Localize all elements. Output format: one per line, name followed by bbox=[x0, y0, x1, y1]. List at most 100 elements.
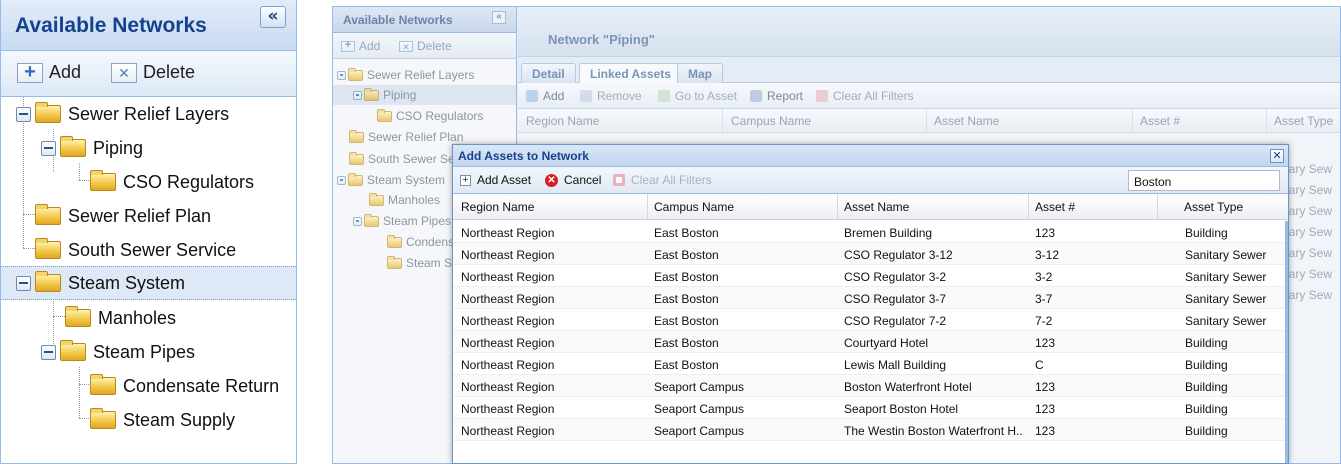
app-tree-node[interactable]: Steam S bbox=[387, 253, 452, 273]
collapse-toggle-icon[interactable] bbox=[16, 106, 31, 122]
tree-node-steam-pipes[interactable]: Steam Pipes bbox=[1, 335, 296, 369]
app-tree-node[interactable]: Sewer Relief Layers bbox=[337, 65, 474, 85]
app-tree-node[interactable]: Manholes bbox=[369, 190, 440, 210]
close-icon[interactable]: ✕ bbox=[1270, 149, 1284, 163]
app-tree-node[interactable]: Condens bbox=[387, 232, 454, 252]
app-tree-label: Piping bbox=[383, 88, 417, 102]
tree-node-sewer-relief-plan[interactable]: Sewer Relief Plan bbox=[1, 199, 296, 233]
folder-icon bbox=[35, 238, 61, 259]
app-sidebar-collapse-button[interactable]: « bbox=[492, 11, 506, 24]
collapse-toggle-icon[interactable] bbox=[16, 275, 31, 291]
add-asset-button[interactable]: + Add Asset bbox=[460, 173, 531, 187]
table-cell: East Boston bbox=[654, 226, 719, 240]
add-icon bbox=[341, 39, 355, 52]
assets-grid-body: Northeast Region East Boston Bremen Buildi… bbox=[453, 221, 1288, 463]
column-header[interactable]: Asset # bbox=[1140, 114, 1180, 128]
add-button[interactable]: Add bbox=[17, 61, 82, 84]
tree-node-sewer-relief-layers[interactable]: Sewer Relief Layers bbox=[1, 97, 296, 131]
app-tree-node[interactable]: Steam Pipes bbox=[353, 211, 451, 231]
table-row[interactable]: Northeast Region East Boston CSO Regulator… bbox=[454, 309, 1288, 331]
table-cell: Seaport Campus bbox=[654, 402, 745, 416]
collapse-toggle-icon[interactable] bbox=[353, 216, 362, 226]
folder-icon bbox=[90, 408, 116, 429]
table-cell: 3-7 bbox=[1035, 292, 1053, 306]
folder-icon bbox=[60, 136, 86, 157]
go-to-asset-icon bbox=[658, 90, 670, 102]
table-cell: 3-2 bbox=[1035, 270, 1053, 284]
column-header-region-name[interactable]: Region Name bbox=[461, 200, 534, 214]
collapse-toggle-icon[interactable] bbox=[337, 70, 346, 80]
collapse-button[interactable]: « bbox=[260, 6, 286, 28]
go-to-asset-button[interactable]: Go to Asset bbox=[658, 89, 737, 103]
tree-node-steam-supply[interactable]: Steam Supply bbox=[1, 403, 296, 437]
column-divider bbox=[1028, 194, 1029, 219]
app-tree-label: South Sewer Se bbox=[368, 152, 455, 166]
table-row[interactable]: Northeast Region East Boston CSO Regulator… bbox=[454, 287, 1288, 309]
tab-detail[interactable]: Detail bbox=[521, 63, 576, 83]
column-header[interactable]: Asset Type bbox=[1274, 114, 1333, 128]
tree-node-label: Sewer Relief Plan bbox=[68, 205, 212, 226]
app-tree-label: Steam System bbox=[367, 173, 446, 187]
column-header[interactable]: Asset Name bbox=[934, 114, 999, 128]
table-row[interactable]: Northeast Region East Boston CSO Regulator… bbox=[454, 243, 1288, 265]
column-divider bbox=[837, 194, 838, 219]
app-tree-node[interactable]: Sewer Relief Plan bbox=[349, 127, 463, 147]
column-header-asset-number[interactable]: Asset # bbox=[1035, 200, 1075, 214]
collapse-toggle-icon[interactable] bbox=[41, 140, 56, 156]
table-cell: Northeast Region bbox=[461, 380, 555, 394]
folder-icon bbox=[349, 129, 364, 143]
linked-add-label: Add bbox=[543, 89, 565, 103]
collapse-toggle-icon[interactable] bbox=[353, 90, 362, 100]
app-delete-button[interactable]: Delete bbox=[399, 39, 452, 53]
column-header[interactable]: Region Name bbox=[526, 114, 599, 128]
tree-node-manholes[interactable]: Manholes bbox=[1, 301, 296, 335]
dialog-toolbar: + Add Asset ✕ Cancel Clear All Filters bbox=[453, 167, 1288, 194]
tab-linked-assets[interactable]: Linked Assets bbox=[579, 63, 682, 83]
linked-assets-toolbar: Add Remove Go to Asset Report Clear All … bbox=[518, 83, 1340, 109]
tab-map[interactable]: Map bbox=[677, 63, 723, 83]
app-tree-node[interactable]: CSO Regulators bbox=[377, 106, 483, 126]
table-cell: East Boston bbox=[654, 358, 719, 372]
tree-node-steam-system[interactable]: Steam System bbox=[1, 266, 296, 300]
table-row[interactable]: Northeast Region East Boston Lewis Mall Bu… bbox=[454, 353, 1288, 375]
table-row[interactable]: Northeast Region East Boston CSO Regulator… bbox=[454, 265, 1288, 287]
app-add-button[interactable]: Add bbox=[341, 39, 380, 53]
app-tree-node[interactable]: Steam System bbox=[337, 170, 445, 190]
table-cell: Building bbox=[1185, 226, 1228, 240]
table-cell: Boston Waterfront Hotel bbox=[844, 380, 972, 394]
table-row[interactable]: Northeast Region Seaport Campus Boston Wat… bbox=[454, 375, 1288, 397]
go-to-asset-label: Go to Asset bbox=[675, 89, 738, 103]
clear-filters-button[interactable]: Clear All Filters bbox=[816, 89, 914, 103]
delete-button[interactable]: Delete bbox=[111, 62, 195, 83]
column-divider bbox=[1132, 109, 1133, 132]
folder-icon bbox=[369, 192, 384, 206]
tree-node-label: Piping bbox=[93, 137, 144, 158]
column-header[interactable]: Campus Name bbox=[731, 114, 811, 128]
table-cell: Sanitary Sewer bbox=[1185, 270, 1267, 284]
tree-node-cso-regulators[interactable]: CSO Regulators bbox=[1, 165, 296, 199]
cancel-button[interactable]: ✕ Cancel bbox=[545, 173, 601, 187]
collapse-toggle-icon[interactable] bbox=[41, 344, 56, 360]
tree-node-condensate-return[interactable]: Condensate Return bbox=[1, 369, 296, 403]
search-input[interactable] bbox=[1128, 170, 1280, 191]
column-header-asset-type[interactable]: Asset Type bbox=[1184, 200, 1243, 214]
table-row[interactable]: Northeast Region East Boston Bremen Buildi… bbox=[454, 221, 1288, 243]
column-header-campus-name[interactable]: Campus Name bbox=[654, 200, 734, 214]
available-networks-panel: Available Networks « Add Delete Sewer Re… bbox=[0, 0, 297, 464]
add-button-label: Add bbox=[49, 62, 82, 82]
tree-node-south-sewer-service[interactable]: South Sewer Service bbox=[1, 233, 296, 267]
table-row[interactable]: Northeast Region East Boston Courtyard Hot… bbox=[454, 331, 1288, 353]
cancel-icon: ✕ bbox=[545, 173, 558, 187]
column-header-asset-name[interactable]: Asset Name bbox=[844, 200, 909, 214]
linked-add-button[interactable]: Add bbox=[526, 89, 564, 103]
collapse-toggle-icon[interactable] bbox=[337, 175, 346, 185]
remove-button[interactable]: Remove bbox=[580, 89, 642, 103]
tree-node-piping[interactable]: Piping bbox=[1, 131, 296, 165]
table-row[interactable]: Northeast Region Seaport Campus Seaport Bo… bbox=[454, 397, 1288, 419]
table-cell: Northeast Region bbox=[461, 226, 555, 240]
table-row[interactable]: Northeast Region Seaport Campus The Westin… bbox=[454, 419, 1288, 441]
app-tree-node-selected[interactable]: Piping bbox=[333, 85, 516, 105]
app-tree-node[interactable]: South Sewer Se bbox=[349, 149, 455, 169]
clear-all-filters-button[interactable]: Clear All Filters bbox=[613, 173, 712, 187]
report-button[interactable]: Report bbox=[750, 89, 803, 103]
